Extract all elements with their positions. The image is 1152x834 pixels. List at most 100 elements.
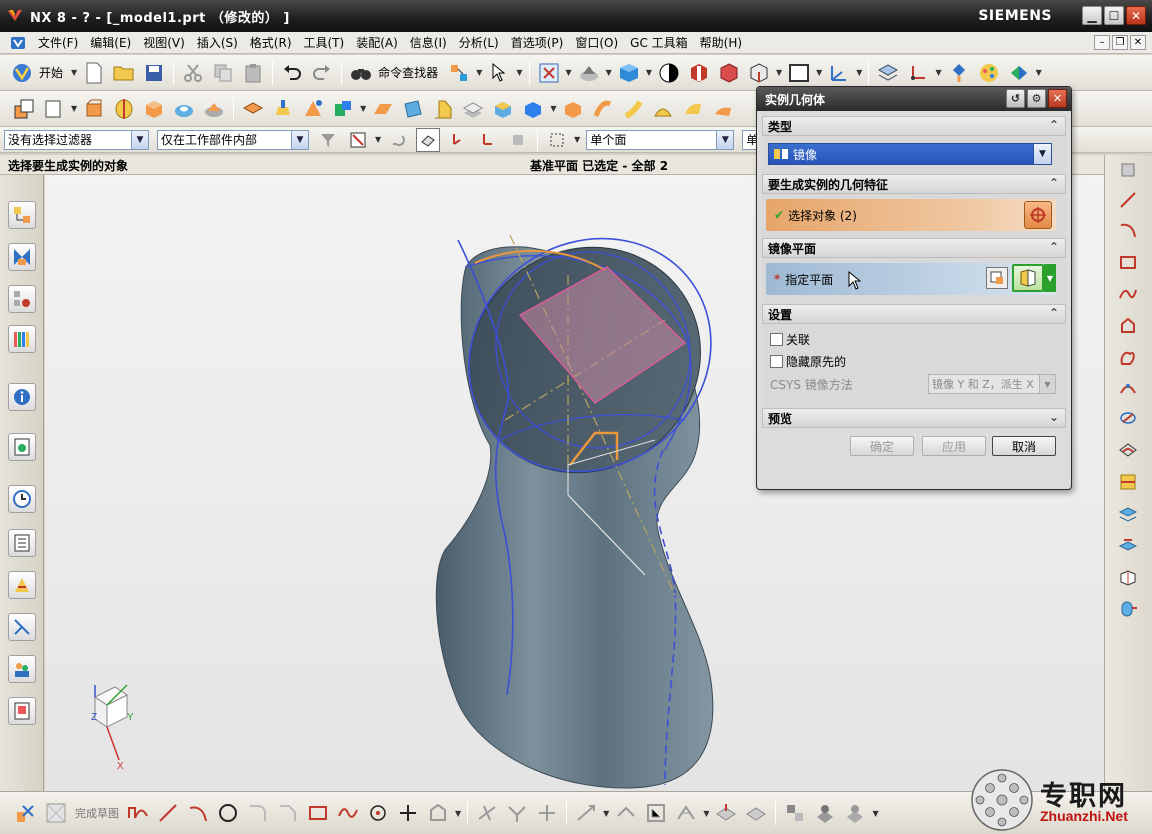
bounded-plane-icon[interactable] [711, 97, 735, 121]
move-object-icon[interactable] [947, 61, 971, 85]
preview-section-header[interactable]: 预览 ⌄ [762, 408, 1066, 428]
shell-icon[interactable] [431, 97, 455, 121]
curve-offset-icon[interactable] [1115, 345, 1141, 371]
close-window-button[interactable]: ✕ [1126, 6, 1146, 25]
layer-cube-icon[interactable] [747, 61, 771, 85]
csys-method-select[interactable]: 镜像 Y 和 Z，派生 X ▼ [928, 374, 1056, 394]
cut-icon[interactable] [181, 61, 205, 85]
wireframe-cube-icon[interactable] [717, 61, 741, 85]
part-navigator-icon[interactable] [8, 285, 36, 313]
extrude-icon[interactable] [82, 97, 106, 121]
select-cursor-icon[interactable] [487, 61, 511, 85]
polygon-icon[interactable] [426, 801, 450, 825]
paste-icon[interactable] [241, 61, 265, 85]
roles-icon[interactable] [8, 655, 36, 683]
start-dropdown-icon[interactable]: ▼ [71, 68, 77, 77]
finish-sketch-button[interactable]: 完成草图 [75, 805, 119, 821]
object-display-icon[interactable] [1007, 61, 1031, 85]
profile-icon[interactable] [126, 801, 150, 825]
composite-curve-icon[interactable] [1115, 595, 1141, 621]
constraint-icon[interactable] [614, 801, 638, 825]
wcs-icon[interactable] [827, 61, 851, 85]
menu-help[interactable]: 帮助(H) [694, 32, 748, 54]
csys-icon[interactable] [906, 61, 930, 85]
unite-icon[interactable] [241, 97, 265, 121]
plane-options-dropdown[interactable]: ▼ [1044, 264, 1056, 292]
wrap-curve-icon[interactable] [1115, 565, 1141, 591]
menu-gc-toolkit[interactable]: GC 工具箱 [624, 32, 694, 54]
swept-icon[interactable] [621, 97, 645, 121]
menu-edit[interactable]: 编辑(E) [84, 32, 137, 54]
reset-icon[interactable]: ↺ [1006, 89, 1025, 108]
chevron-down-icon[interactable]: ▼ [1033, 144, 1051, 164]
plane-section-header[interactable]: 镜像平面 ⌃ [762, 238, 1066, 258]
save-icon[interactable] [142, 61, 166, 85]
studio-surface-icon[interactable] [681, 97, 705, 121]
boss-icon[interactable] [202, 97, 226, 121]
minimize-button[interactable]: ▁ [1082, 6, 1102, 25]
menu-format[interactable]: 格式(R) [244, 32, 298, 54]
hide-original-checkbox[interactable]: 隐藏原先的 [766, 350, 1062, 372]
sketch-task-icon[interactable] [14, 801, 38, 825]
project-curve-icon[interactable] [1115, 405, 1141, 431]
intersection-curve-icon[interactable] [1115, 437, 1141, 463]
remove-select-icon[interactable] [476, 128, 500, 152]
snap-icon[interactable] [447, 61, 471, 85]
edge-blend-icon[interactable] [371, 97, 395, 121]
toolbar-options-icon[interactable] [1115, 157, 1141, 183]
start-button[interactable]: 开始 [39, 64, 63, 81]
close-dialog-button[interactable]: ✕ [1048, 89, 1067, 108]
spline-tool-icon[interactable] [1115, 281, 1141, 307]
redo-icon[interactable] [310, 61, 334, 85]
offset-face-icon[interactable] [491, 97, 515, 121]
type-select[interactable]: 镜像 ▼ [768, 143, 1052, 165]
revolve-icon[interactable] [112, 97, 136, 121]
quick-extend-icon[interactable] [505, 801, 529, 825]
menu-preferences[interactable]: 首选项(P) [505, 32, 570, 54]
display-panel-icon[interactable] [787, 61, 811, 85]
extract-curve-icon[interactable] [1115, 501, 1141, 527]
show-constraints-icon[interactable] [674, 801, 698, 825]
circle-icon[interactable] [216, 801, 240, 825]
add-select-icon[interactable] [446, 128, 470, 152]
menu-tools[interactable]: 工具(T) [298, 32, 351, 54]
ok-button[interactable]: 确定 [850, 436, 914, 456]
trim-body-icon[interactable] [331, 97, 355, 121]
maximize-button[interactable]: ☐ [1104, 6, 1124, 25]
sweep-icon[interactable] [591, 97, 615, 121]
reattach-icon[interactable] [714, 801, 738, 825]
chevron-up-icon[interactable]: ⌃ [1049, 176, 1059, 190]
sketch-icon[interactable] [12, 97, 36, 121]
menu-information[interactable]: 信息(I) [404, 32, 453, 54]
datum-plane-icon[interactable] [42, 97, 66, 121]
face-rule-select[interactable]: 单个面 ▼ [586, 129, 735, 150]
cancel-button[interactable]: 取消 [992, 436, 1056, 456]
general-select-icon[interactable] [346, 128, 370, 152]
chevron-down-icon[interactable]: ▼ [131, 130, 148, 149]
copy-icon[interactable] [211, 61, 235, 85]
info-icon[interactable] [8, 383, 36, 411]
system-materials-icon[interactable] [8, 529, 36, 557]
rectangle-tool-icon[interactable] [1115, 249, 1141, 275]
doc-minimize-button[interactable]: – [1094, 35, 1110, 50]
start-icon[interactable] [10, 61, 34, 85]
rectangle-icon[interactable] [306, 801, 330, 825]
draft-icon[interactable] [461, 97, 485, 121]
chevron-up-icon[interactable]: ⌃ [1049, 306, 1059, 320]
pattern-icon[interactable] [561, 97, 585, 121]
line-icon[interactable] [156, 801, 180, 825]
hole-icon[interactable] [172, 97, 196, 121]
specify-plane-row[interactable]: * 指定平面 ▼ [766, 263, 1056, 295]
arc-icon[interactable] [186, 801, 210, 825]
chevron-down-icon[interactable]: ▼ [291, 130, 308, 149]
plane-dialog-icon[interactable] [986, 267, 1008, 289]
open-folder-icon[interactable] [112, 61, 136, 85]
chevron-up-icon[interactable]: ⌃ [1049, 118, 1059, 132]
select-rectangle-icon[interactable] [545, 128, 569, 152]
intersect-icon[interactable] [301, 97, 325, 121]
new-file-icon[interactable] [82, 61, 106, 85]
line-tool-icon[interactable] [1115, 187, 1141, 213]
nx-menu-icon[interactable] [10, 35, 26, 51]
gear-icon[interactable]: ⚙ [1027, 89, 1046, 108]
auto-constraint-icon[interactable] [644, 801, 668, 825]
